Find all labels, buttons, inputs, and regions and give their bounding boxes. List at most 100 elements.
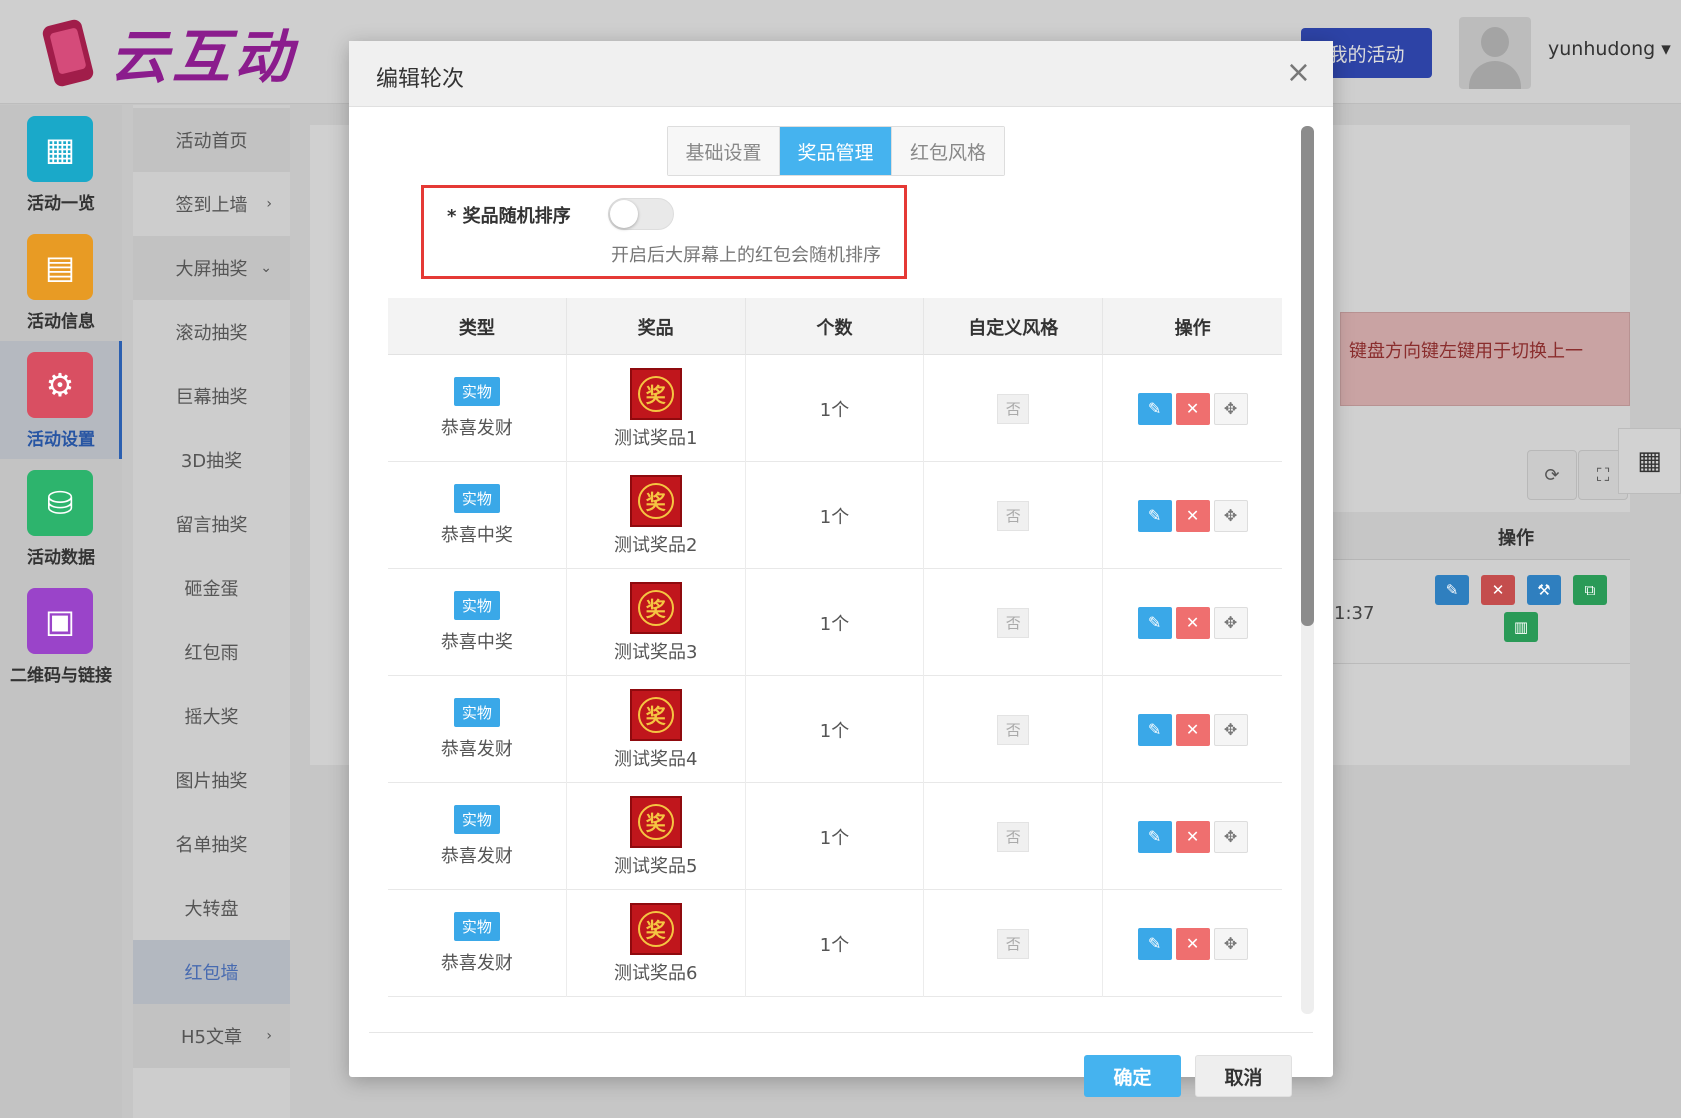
- type-name: 恭喜中奖: [440, 632, 513, 653]
- prize-image: 奖: [629, 474, 682, 527]
- bg-table-header: 操作: [1333, 512, 1630, 560]
- close-icon[interactable]: ×: [1286, 55, 1311, 90]
- close-icon[interactable]: ✕: [1481, 575, 1515, 605]
- app-logo[interactable]: 云互动: [26, 14, 316, 91]
- avatar[interactable]: [1459, 17, 1531, 89]
- menu-item-home[interactable]: 活动首页: [133, 108, 290, 172]
- icon-nav-qrcode[interactable]: ▣ 二维码与链接: [0, 577, 122, 695]
- scrollbar-thumb[interactable]: [1301, 126, 1314, 626]
- random-sort-toggle[interactable]: [608, 198, 674, 230]
- menu-item-big-screen-lottery[interactable]: 大屏抽奖 ⌄: [133, 236, 290, 300]
- gear-icon: ⚙: [27, 352, 93, 418]
- edit-icon[interactable]: ✎: [1137, 927, 1172, 960]
- confirm-button[interactable]: 确定: [1084, 1055, 1181, 1097]
- delete-icon[interactable]: ✕: [1175, 392, 1210, 425]
- icon-nav-label: 活动设置: [27, 430, 95, 450]
- prize-icon: 奖: [637, 375, 674, 412]
- cell-type: 实物 恭喜中奖: [388, 569, 567, 676]
- delete-icon[interactable]: ✕: [1175, 820, 1210, 853]
- random-sort-label: * 奖品随机排序: [447, 206, 571, 227]
- delete-icon[interactable]: ✕: [1175, 499, 1210, 532]
- menu-label: 红包雨: [184, 643, 239, 664]
- modal-scrollbar[interactable]: [1301, 126, 1314, 1014]
- delete-icon[interactable]: ✕: [1175, 713, 1210, 746]
- type-name: 恭喜中奖: [440, 525, 513, 546]
- cell-type: 实物 恭喜中奖: [388, 462, 567, 569]
- cell-prize: 奖测试奖品2: [567, 462, 746, 569]
- cell-count: 1个: [746, 569, 925, 676]
- menu-label: H5文章: [181, 1027, 242, 1048]
- menu-item-golden-egg[interactable]: 砸金蛋: [133, 556, 290, 620]
- type-badge: 实物: [453, 912, 500, 941]
- menu-label: 红包墙: [184, 963, 239, 984]
- menu-label: 名单抽奖: [175, 835, 248, 856]
- type-name: 恭喜发财: [440, 846, 513, 867]
- cancel-button[interactable]: 取消: [1195, 1055, 1292, 1097]
- type-badge: 实物: [453, 484, 500, 513]
- menu-item-3d-lottery[interactable]: 3D抽奖: [133, 428, 290, 492]
- edit-icon[interactable]: ✎: [1137, 713, 1172, 746]
- icon-nav-settings[interactable]: ⚙ 活动设置: [0, 341, 122, 459]
- cell-type: 实物 恭喜发财: [388, 355, 567, 462]
- menu-label: 巨幕抽奖: [175, 387, 248, 408]
- prize-icon: 奖: [637, 803, 674, 840]
- menu-item-wheel[interactable]: 大转盘: [133, 876, 290, 940]
- type-name: 恭喜发财: [440, 739, 513, 760]
- columns-toggle-icon[interactable]: ▦: [1618, 428, 1681, 494]
- move-icon[interactable]: ✥: [1213, 713, 1248, 746]
- tab-red-packet-style[interactable]: 红包风格: [892, 127, 1004, 175]
- menu-item-image-lottery[interactable]: 图片抽奖: [133, 748, 290, 812]
- edit-icon[interactable]: ✎: [1137, 392, 1172, 425]
- menu-label: 活动首页: [175, 131, 248, 152]
- prize-table: 类型 奖品 个数 自定义风格 操作 实物 恭喜发财奖测试奖品1 1个否 ✎ ✕ ✥ 实物 恭喜…: [388, 298, 1282, 1013]
- barcode-icon[interactable]: ▥: [1504, 612, 1538, 642]
- cell-prize: 奖测试奖品6: [567, 890, 746, 997]
- prize-icon: 奖: [637, 910, 674, 947]
- tab-basic-settings[interactable]: 基础设置: [668, 127, 780, 175]
- chevron-right-icon: ›: [266, 196, 272, 212]
- edit-icon[interactable]: ✎: [1137, 820, 1172, 853]
- menu-item-list-lottery[interactable]: 名单抽奖: [133, 812, 290, 876]
- menu-item-message-lottery[interactable]: 留言抽奖: [133, 492, 290, 556]
- footer-divider: [369, 1032, 1313, 1033]
- prize-image: 奖: [629, 367, 682, 420]
- move-icon[interactable]: ✥: [1213, 820, 1248, 853]
- copy-icon[interactable]: ⧉: [1573, 575, 1607, 605]
- cell-actions: ✎ ✕ ✥: [1103, 355, 1282, 462]
- move-icon[interactable]: ✥: [1213, 927, 1248, 960]
- icon-nav-label: 活动数据: [27, 548, 95, 568]
- delete-icon[interactable]: ✕: [1175, 606, 1210, 639]
- sub-menu: 活动首页 签到上墙 › 大屏抽奖 ⌄ 滚动抽奖 巨幕抽奖 3D抽奖 留言抽奖 砸金蛋…: [133, 105, 290, 1118]
- cell-count: 1个: [746, 355, 925, 462]
- move-icon[interactable]: ✥: [1213, 392, 1248, 425]
- edit-icon[interactable]: ✎: [1435, 575, 1469, 605]
- refresh-icon[interactable]: ⟳: [1527, 450, 1577, 500]
- hammer-icon[interactable]: ⚒: [1527, 575, 1561, 605]
- menu-item-shake[interactable]: 摇大奖: [133, 684, 290, 748]
- edit-icon[interactable]: ✎: [1137, 499, 1172, 532]
- menu-item-red-packet-rain[interactable]: 红包雨: [133, 620, 290, 684]
- icon-nav-info[interactable]: ▤ 活动信息: [0, 223, 122, 341]
- icon-nav-activities[interactable]: ▦ 活动一览: [0, 105, 122, 223]
- menu-item-red-packet-wall[interactable]: 红包墙: [133, 940, 290, 1004]
- menu-item-scroll-lottery[interactable]: 滚动抽奖: [133, 300, 290, 364]
- tab-prize-management[interactable]: 奖品管理: [780, 127, 892, 175]
- menu-item-h5-article[interactable]: H5文章 ›: [133, 1004, 290, 1068]
- type-badge: 实物: [453, 698, 500, 727]
- delete-icon[interactable]: ✕: [1175, 927, 1210, 960]
- username-dropdown[interactable]: yunhudong ▾: [1548, 38, 1671, 60]
- menu-label: 签到上墙: [175, 195, 248, 216]
- icon-nav-data[interactable]: ⛁ 活动数据: [0, 459, 122, 577]
- header-prize: 奖品: [567, 298, 746, 355]
- menu-item-giant-lottery[interactable]: 巨幕抽奖: [133, 364, 290, 428]
- cell-actions: ✎ ✕ ✥: [1103, 890, 1282, 997]
- menu-item-signin-wall[interactable]: 签到上墙 ›: [133, 172, 290, 236]
- table-header: 类型 奖品 个数 自定义风格 操作: [388, 298, 1282, 355]
- type-badge: 实物: [453, 591, 500, 620]
- custom-style-value: 否: [997, 500, 1030, 531]
- move-icon[interactable]: ✥: [1213, 499, 1248, 532]
- custom-style-value: 否: [997, 607, 1030, 638]
- table-row: 实物 恭喜发财奖测试奖品5 1个否 ✎ ✕ ✥: [388, 783, 1282, 890]
- move-icon[interactable]: ✥: [1213, 606, 1248, 639]
- edit-icon[interactable]: ✎: [1137, 606, 1172, 639]
